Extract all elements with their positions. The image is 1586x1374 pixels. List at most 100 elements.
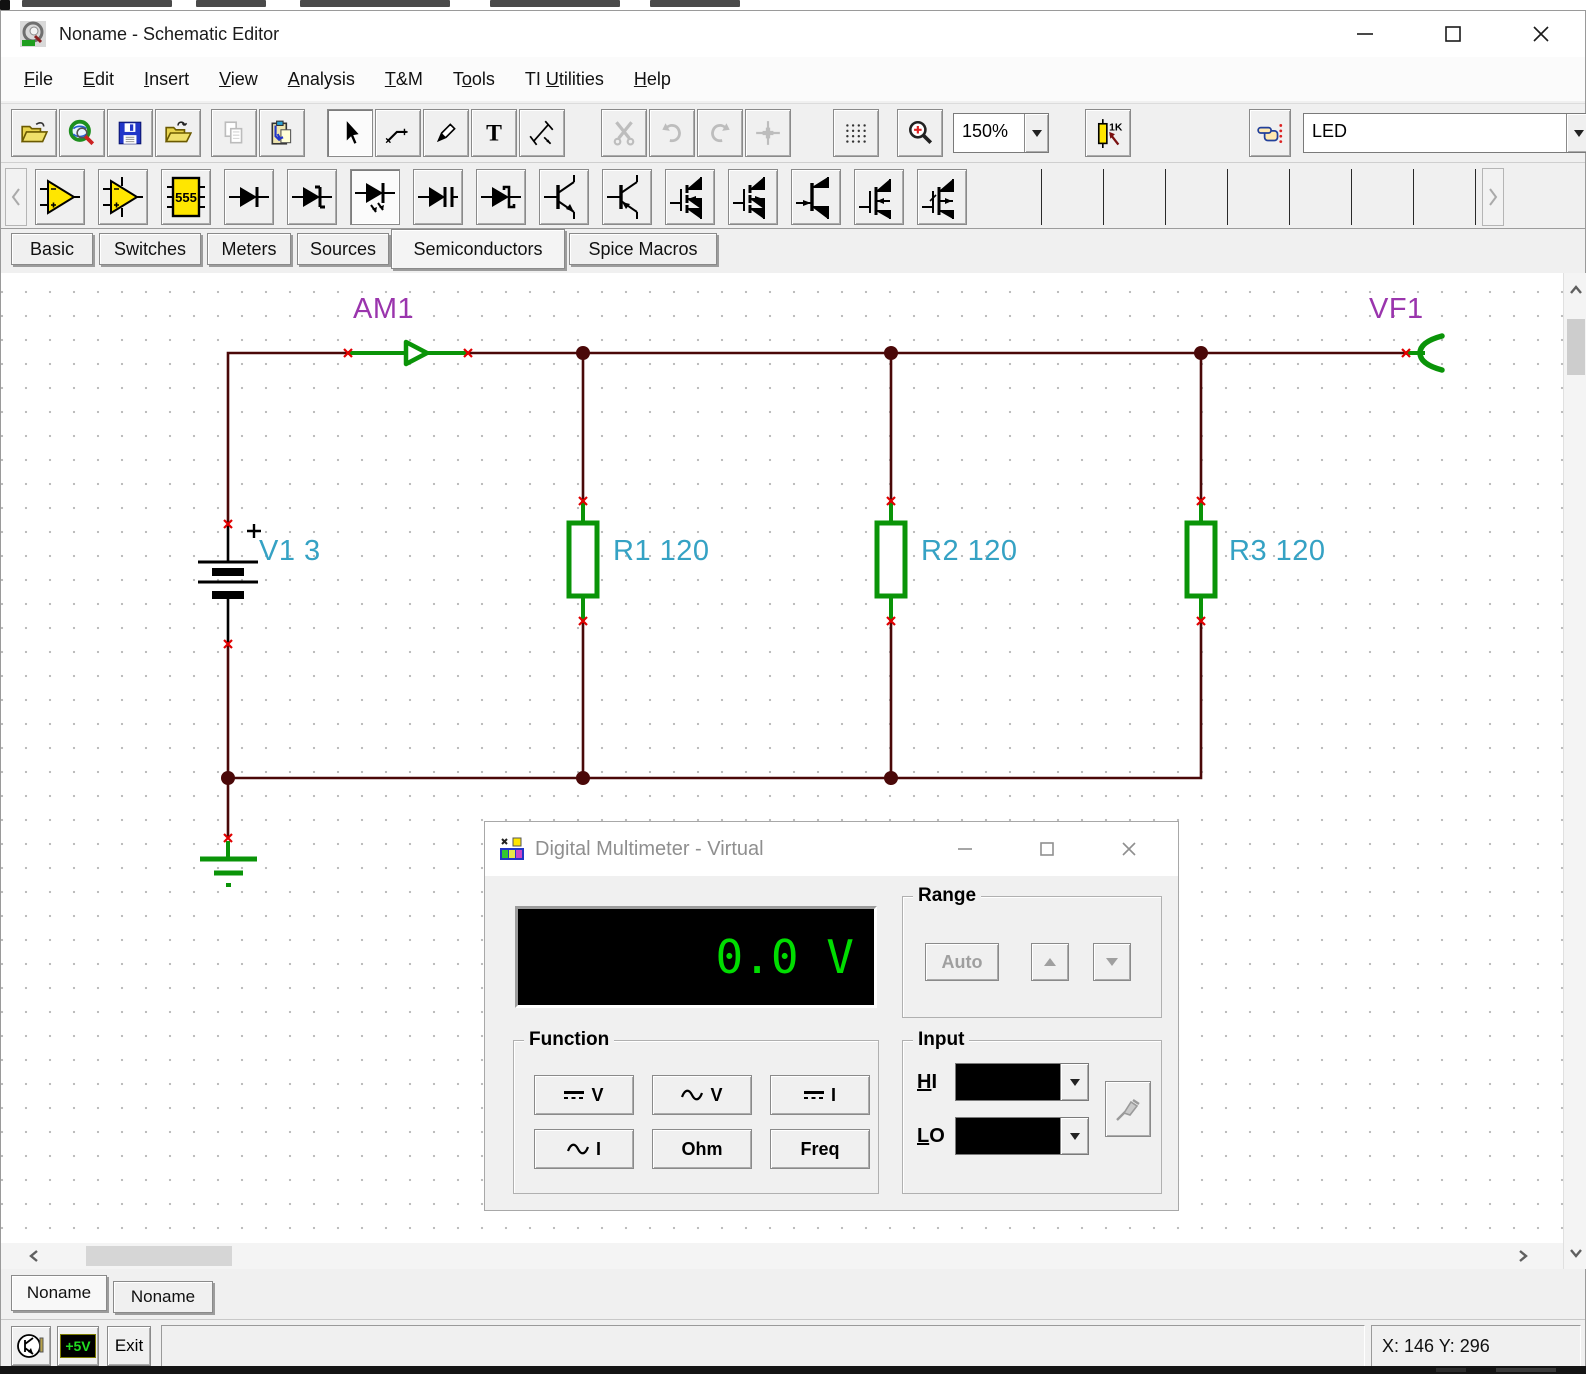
menu-insert[interactable]: Insert xyxy=(129,65,204,94)
wire-tool-button[interactable] xyxy=(375,109,421,157)
scroll-up-arrow[interactable] xyxy=(1564,281,1586,297)
palette-scroll-left[interactable] xyxy=(5,168,27,226)
draw-tool-button[interactable] xyxy=(423,109,469,157)
menu-tm[interactable]: T&M xyxy=(370,65,438,94)
maximize-button[interactable] xyxy=(1409,11,1497,57)
open-recent-button[interactable] xyxy=(155,109,201,157)
menu-analysis[interactable]: Analysis xyxy=(273,65,370,94)
dmm-probe-button[interactable] xyxy=(1105,1081,1151,1137)
label-r3[interactable]: R3 120 xyxy=(1229,535,1326,568)
palette-pnp-button[interactable] xyxy=(602,169,652,225)
open-file-button[interactable] xyxy=(11,109,57,157)
dmm-hi-combo-arrow[interactable] xyxy=(1060,1064,1088,1100)
snap-button-disabled[interactable] xyxy=(745,109,791,157)
tab-spice-macros[interactable]: Spice Macros xyxy=(569,233,717,265)
tab-meters[interactable]: Meters xyxy=(207,233,291,265)
tab-switches[interactable]: Switches xyxy=(99,233,201,265)
dmm-minimize-button[interactable] xyxy=(924,822,1006,876)
doc-tab-noname-2[interactable]: Noname xyxy=(113,1281,213,1313)
dmm-function-dc-i-button[interactable]: I xyxy=(770,1075,870,1115)
palette-555-button[interactable]: 555 xyxy=(161,169,211,225)
scroll-right-arrow[interactable] xyxy=(1513,1243,1533,1269)
text-tool-button[interactable]: T xyxy=(471,109,517,157)
cut-button-disabled[interactable] xyxy=(601,109,647,157)
menu-view[interactable]: View xyxy=(204,65,273,94)
tab-sources[interactable]: Sources xyxy=(297,233,389,265)
ammeter-symbol[interactable] xyxy=(348,342,468,364)
palette-nmos-dep-button[interactable] xyxy=(854,169,904,225)
redo-button-disabled[interactable] xyxy=(697,109,743,157)
label-r1[interactable]: R1 120 xyxy=(613,535,710,568)
dmm-maximize-button[interactable] xyxy=(1006,822,1088,876)
dmm-close-button[interactable] xyxy=(1088,822,1170,876)
grid-toggle-button[interactable] xyxy=(833,109,879,157)
search-library-button[interactable] xyxy=(59,109,105,157)
menu-edit[interactable]: Edit xyxy=(68,65,129,94)
label-r2[interactable]: R2 120 xyxy=(921,535,1018,568)
doc-tab-noname-1[interactable]: Noname xyxy=(11,1275,107,1311)
palette-opamp-button[interactable] xyxy=(35,169,85,225)
dmm-function-ac-i-button[interactable]: I xyxy=(534,1129,634,1169)
palette-zener-button[interactable] xyxy=(287,169,337,225)
palette-opamp-power-button[interactable] xyxy=(98,169,148,225)
close-button[interactable] xyxy=(1497,11,1585,57)
palette-npn-button[interactable] xyxy=(539,169,589,225)
zoom-level-combo[interactable]: 150% xyxy=(953,113,1049,153)
palette-schottky-button[interactable] xyxy=(476,169,526,225)
zoom-combo-arrow[interactable] xyxy=(1024,114,1048,152)
palette-pmos-dep-button[interactable] xyxy=(917,169,967,225)
component-select-combo[interactable]: LED xyxy=(1303,113,1586,153)
show-values-button[interactable]: 1K xyxy=(1085,109,1131,157)
label-vf1[interactable]: VF1 xyxy=(1369,293,1424,326)
save-button[interactable] xyxy=(107,109,153,157)
dmm-function-ac-v-button[interactable]: V xyxy=(652,1075,752,1115)
dmm-input-lo-combo[interactable] xyxy=(955,1117,1089,1155)
menu-tools[interactable]: Tools xyxy=(438,65,510,94)
transistor-tool-button[interactable] xyxy=(11,1326,51,1366)
tab-semiconductors[interactable]: Semiconductors xyxy=(391,229,565,269)
zoom-tool-button[interactable] xyxy=(897,109,943,157)
dmm-function-ohm-button[interactable]: Ohm xyxy=(652,1129,752,1169)
scroll-left-arrow[interactable] xyxy=(23,1243,43,1269)
dmm-function-dc-v-button[interactable]: V xyxy=(534,1075,634,1115)
menu-help[interactable]: Help xyxy=(619,65,686,94)
menu-ti-utilities[interactable]: TI Utilities xyxy=(510,65,619,94)
dmm-function-freq-button[interactable]: Freq xyxy=(770,1129,870,1169)
palette-pmos-button[interactable] xyxy=(728,169,778,225)
ground-symbol[interactable] xyxy=(200,841,257,885)
schematic-canvas[interactable]: AM1 VF1 V1 3 R1 120 R2 120 R3 120 Di xyxy=(1,273,1563,1243)
minimize-button[interactable] xyxy=(1321,11,1409,57)
palette-nmos-button[interactable] xyxy=(665,169,715,225)
dmm-input-hi-combo[interactable] xyxy=(955,1063,1089,1101)
copy-button-disabled[interactable] xyxy=(211,109,257,157)
label-v1[interactable]: V1 3 xyxy=(259,535,321,568)
label-am1[interactable]: AM1 xyxy=(353,293,414,326)
pointing-hand-icon xyxy=(1256,119,1284,147)
component-picker-button[interactable] xyxy=(1249,109,1291,157)
menu-file[interactable]: File xyxy=(9,65,68,94)
voltage-pin-symbol[interactable] xyxy=(1406,336,1442,370)
battery-symbol[interactable] xyxy=(198,524,261,644)
component-combo-arrow[interactable] xyxy=(1566,114,1586,152)
palette-jfet-button[interactable] xyxy=(791,169,841,225)
dimension-tool-button[interactable] xyxy=(519,109,565,157)
undo-button-disabled[interactable] xyxy=(649,109,695,157)
select-tool-button[interactable] xyxy=(327,109,373,157)
paste-button[interactable] xyxy=(259,109,305,157)
tab-basic[interactable]: Basic xyxy=(11,233,93,265)
dmm-lo-combo-arrow[interactable] xyxy=(1060,1118,1088,1154)
palette-varactor-button[interactable] xyxy=(413,169,463,225)
horizontal-scroll-thumb[interactable] xyxy=(86,1246,232,1266)
dmm-range-up-button[interactable] xyxy=(1031,943,1069,981)
vertical-scrollbar[interactable] xyxy=(1563,273,1586,1269)
exit-button[interactable]: Exit xyxy=(107,1326,151,1366)
horizontal-scrollbar[interactable] xyxy=(1,1243,1563,1269)
dmm-range-down-button[interactable] xyxy=(1093,943,1131,981)
dmm-range-auto-button[interactable]: Auto xyxy=(925,943,999,981)
palette-diode-button[interactable] xyxy=(224,169,274,225)
palette-led-button[interactable] xyxy=(350,169,400,225)
plus5v-button[interactable]: +5V xyxy=(57,1326,99,1366)
palette-scroll-right[interactable] xyxy=(1482,168,1504,226)
scroll-down-arrow[interactable] xyxy=(1564,1245,1586,1261)
vertical-scroll-thumb[interactable] xyxy=(1567,319,1585,375)
